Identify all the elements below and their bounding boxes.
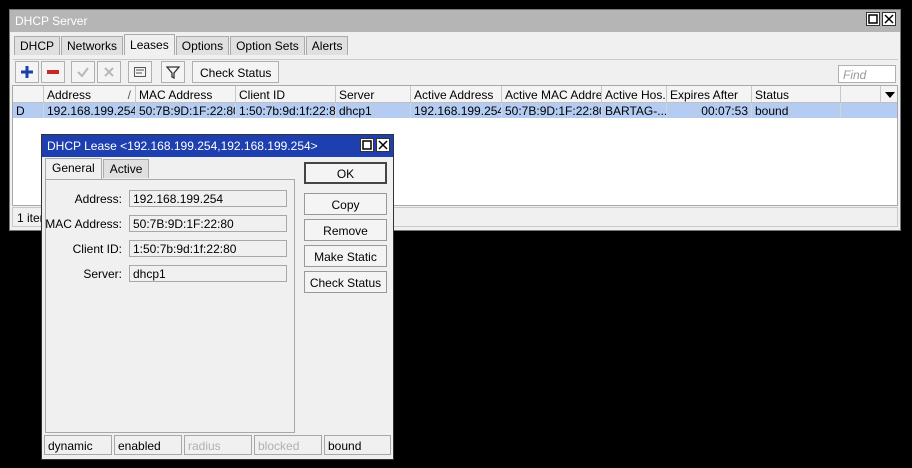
column-header-address-label: Address — [47, 88, 92, 102]
cell-address: 192.168.199.254 — [44, 103, 136, 118]
add-button[interactable] — [15, 61, 39, 83]
mac-address-label: MAC Address: — [45, 217, 122, 231]
maximize-icon — [362, 140, 372, 150]
status-dynamic: dynamic — [44, 435, 112, 455]
server-field[interactable]: dhcp1 — [129, 265, 287, 282]
column-header-address[interactable]: Address / — [44, 86, 136, 103]
ok-button[interactable]: OK — [304, 162, 387, 184]
comment-button[interactable] — [128, 61, 152, 83]
address-field[interactable]: 192.168.199.254 — [129, 190, 287, 207]
check-icon — [77, 67, 89, 78]
column-header-flag[interactable] — [13, 86, 44, 103]
tab-bar: DHCP Networks Leases Options Option Sets… — [14, 34, 349, 56]
cell-server: dhcp1 — [336, 103, 411, 118]
cell-active-address: 192.168.199.254 — [411, 103, 502, 118]
cell-status: bound — [752, 103, 841, 118]
find-input[interactable]: Find — [838, 65, 896, 83]
window-title-bar[interactable]: DHCP Server — [10, 10, 900, 32]
comment-icon — [134, 67, 146, 77]
column-header-mac-address[interactable]: MAC Address — [136, 86, 236, 103]
status-radius: radius — [184, 435, 252, 455]
tab-dhcp[interactable]: DHCP — [14, 36, 61, 55]
remove-button[interactable] — [41, 61, 65, 83]
minus-icon — [47, 70, 59, 74]
address-label: Address: — [74, 192, 122, 206]
filter-icon — [166, 66, 180, 79]
column-header-client-id[interactable]: Client ID — [236, 86, 336, 103]
dialog-close-button[interactable] — [376, 138, 390, 152]
column-header-expires-after[interactable]: Expires After — [667, 86, 752, 103]
plus-icon — [21, 66, 33, 78]
disable-button[interactable] — [97, 61, 121, 83]
general-panel: Address: 192.168.199.254 MAC Address: 50… — [45, 179, 295, 433]
make-static-button[interactable]: Make Static — [304, 245, 387, 267]
client-id-field[interactable]: 1:50:7b:9d:1f:22:80 — [129, 240, 287, 257]
table-header: Address / MAC Address Client ID Server A… — [13, 86, 897, 103]
cell-client-id: 1:50:7b:9d:1f:22:80 — [236, 103, 336, 118]
remove-lease-button[interactable]: Remove — [304, 219, 387, 241]
tab-options[interactable]: Options — [175, 36, 230, 55]
mac-address-field[interactable]: 50:7B:9D:1F:22:80 — [129, 215, 287, 232]
tab-active[interactable]: Active — [102, 159, 150, 178]
close-button[interactable] — [882, 12, 896, 26]
tab-option-sets[interactable]: Option Sets — [230, 36, 305, 55]
server-label: Server: — [83, 267, 122, 281]
toolbar: Check Status Find — [13, 59, 898, 83]
cross-icon — [104, 67, 114, 77]
tab-networks[interactable]: Networks — [61, 36, 124, 55]
sort-indicator: / — [127, 88, 131, 102]
cell-expires-after: 00:07:53 — [667, 103, 752, 118]
tab-leases[interactable]: Leases — [124, 34, 175, 55]
dialog-check-status-button[interactable]: Check Status — [304, 271, 387, 293]
window-title: DHCP Server — [15, 14, 88, 28]
dialog-maximize-button[interactable] — [360, 138, 374, 152]
column-header-active-address[interactable]: Active Address — [411, 86, 502, 103]
column-header-server[interactable]: Server — [336, 86, 411, 103]
copy-button[interactable]: Copy — [304, 193, 387, 215]
tab-general[interactable]: General — [45, 158, 102, 179]
filter-button[interactable] — [161, 61, 185, 83]
dhcp-lease-dialog: DHCP Lease <192.168.199.254,192.168.199.… — [41, 134, 394, 460]
table-row[interactable]: D 192.168.199.254 50:7B:9D:1F:22:80 1:50… — [13, 103, 897, 118]
cell-active-mac: 50:7B:9D:1F:22:80 — [502, 103, 602, 118]
column-header-active-mac[interactable]: Active MAC Addre... — [502, 86, 602, 103]
close-icon — [378, 140, 388, 150]
status-enabled: enabled — [114, 435, 182, 455]
cell-mac-address: 50:7B:9D:1F:22:80 — [136, 103, 236, 118]
dialog-title: DHCP Lease <192.168.199.254,192.168.199.… — [47, 139, 318, 153]
maximize-button[interactable] — [866, 12, 880, 26]
check-status-button[interactable]: Check Status — [192, 61, 280, 83]
column-menu-button[interactable] — [881, 86, 897, 103]
dialog-title-bar[interactable]: DHCP Lease <192.168.199.254,192.168.199.… — [42, 135, 393, 157]
cell-active-host: BARTAG-... — [602, 103, 667, 118]
enable-button[interactable] — [71, 61, 95, 83]
maximize-icon — [868, 14, 878, 24]
column-header-spacer — [841, 86, 881, 103]
tab-alerts[interactable]: Alerts — [305, 36, 349, 55]
dialog-tab-bar: General Active — [45, 158, 150, 179]
dropdown-arrow-icon — [885, 92, 895, 98]
status-bound: bound — [324, 435, 391, 455]
close-icon — [884, 14, 894, 24]
column-header-active-host[interactable]: Active Hos... — [602, 86, 667, 103]
column-header-status[interactable]: Status — [752, 86, 841, 103]
dialog-status-bar: dynamic enabled radius blocked bound — [44, 435, 391, 457]
status-blocked: blocked — [254, 435, 322, 455]
client-id-label: Client ID: — [72, 242, 122, 256]
cell-flag: D — [13, 103, 44, 118]
